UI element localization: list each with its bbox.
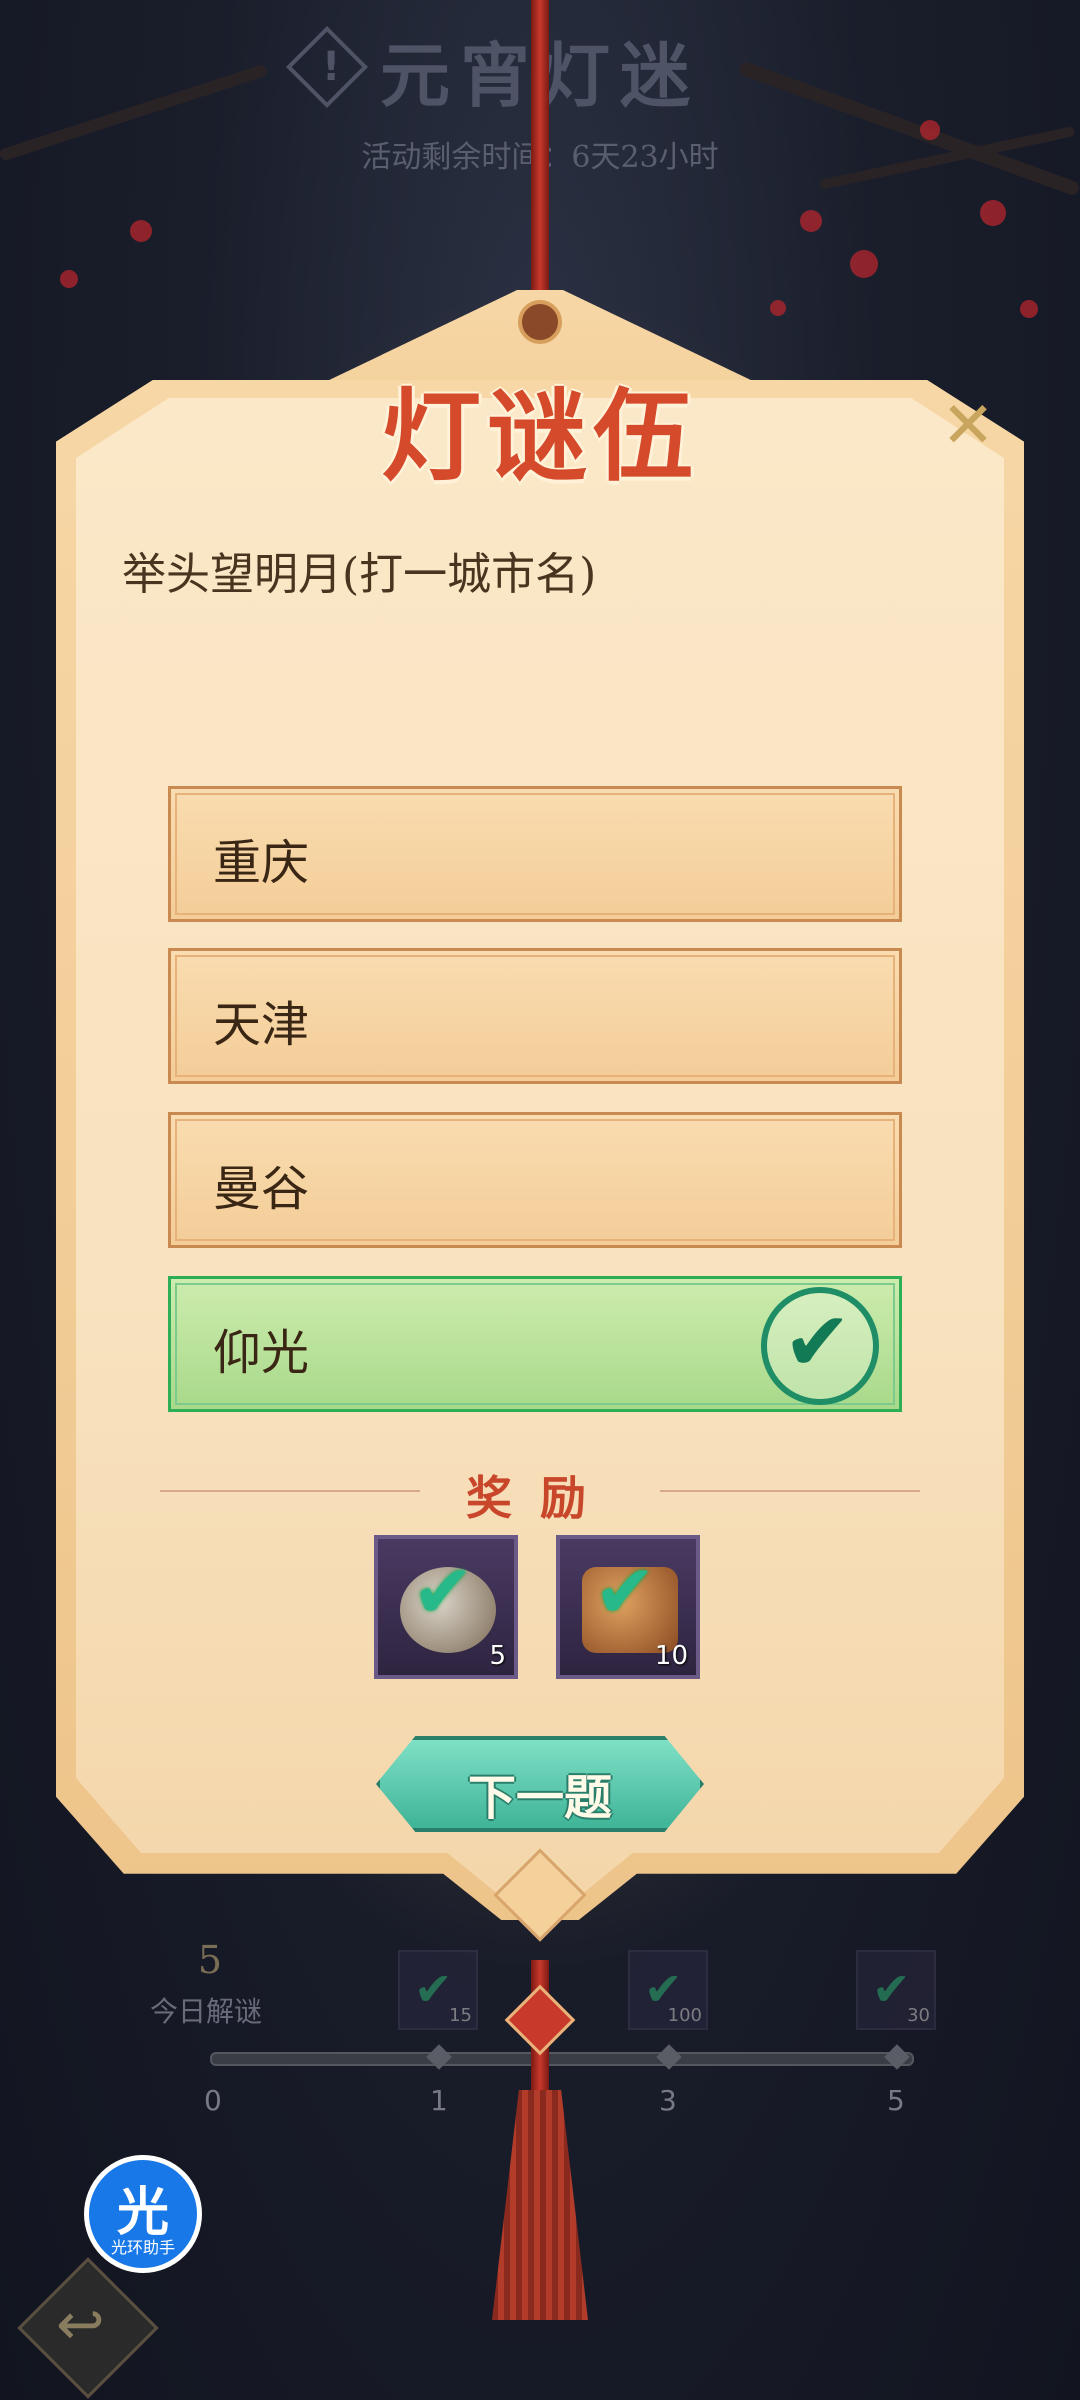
milestone-label: 0	[204, 2084, 222, 2117]
helper-app-button[interactable]: 光 光环助手	[84, 2155, 202, 2273]
reward-quantity: 15	[449, 2005, 472, 2026]
check-icon: ✔	[594, 1549, 657, 1635]
next-question-button[interactable]: 下一题	[376, 1736, 704, 1832]
milestone-label: 5	[887, 2084, 905, 2117]
reward-quantity: 5	[489, 1641, 506, 1671]
progress-label: 今日解谜	[150, 1995, 263, 2028]
next-question-label: 下一题	[467, 1770, 612, 1826]
reward-quantity: 100	[667, 2005, 702, 2026]
reward-item[interactable]: ✔ 10	[556, 1535, 700, 1679]
progress-bar	[210, 2052, 914, 2066]
option-label: 仰光	[213, 1325, 310, 1381]
milestone-label: 3	[659, 2084, 677, 2117]
answer-option-correct[interactable]: 仰光 ✔	[168, 1276, 902, 1412]
answer-option[interactable]: 曼谷	[168, 1112, 902, 1248]
close-icon: ✕	[941, 389, 995, 463]
reward-title: 奖励	[466, 1471, 614, 1525]
helper-label: 光环助手	[110, 2238, 175, 2257]
option-label: 天津	[213, 997, 310, 1053]
reward-quantity: 10	[654, 1641, 688, 1671]
milestone-label: 1	[430, 2084, 448, 2117]
riddle-question: 举头望明月(打一城市名)	[122, 549, 597, 600]
correct-check-icon: ✔	[761, 1287, 879, 1405]
panel-hook	[518, 300, 562, 344]
answer-option[interactable]: 重庆	[168, 786, 902, 922]
back-arrow-icon: ↩	[56, 2290, 105, 2358]
reward-quantity: 30	[907, 2005, 930, 2026]
reward-item[interactable]: ✔ 5	[374, 1535, 518, 1679]
riddle-title: 灯谜伍	[381, 377, 699, 495]
check-icon: ✔	[412, 1549, 475, 1635]
option-label: 曼谷	[213, 1161, 310, 1217]
answer-option[interactable]: 天津	[168, 948, 902, 1084]
option-label: 重庆	[213, 835, 310, 891]
close-button[interactable]: ✕	[938, 394, 998, 458]
